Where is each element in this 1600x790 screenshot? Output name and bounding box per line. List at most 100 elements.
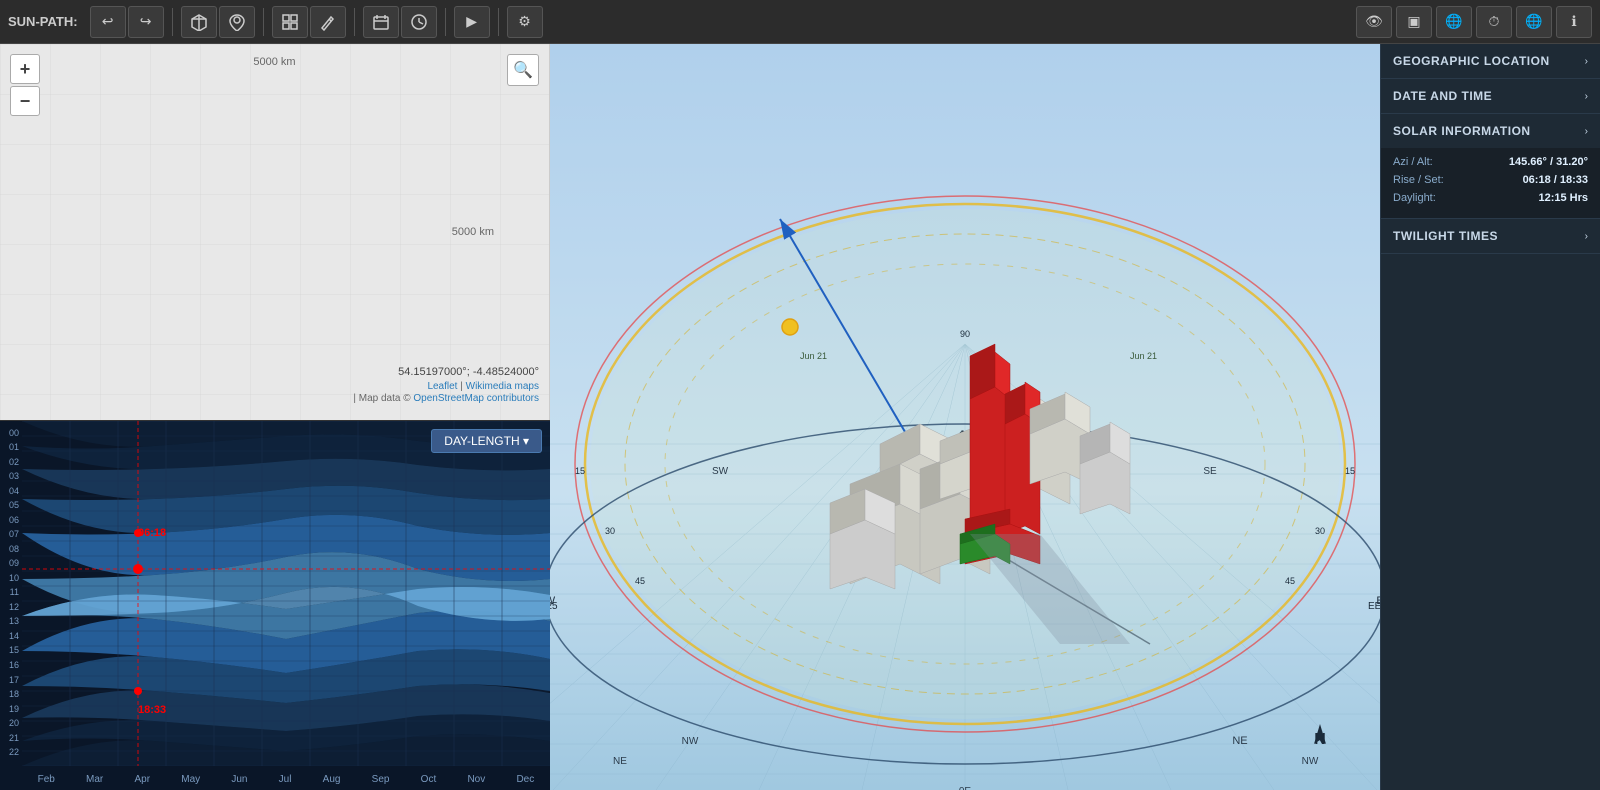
hour-20: 20 — [0, 719, 22, 728]
twilight-arrow: › — [1585, 231, 1588, 242]
tool-group-3 — [363, 6, 437, 38]
play-button[interactable]: ▶ — [454, 6, 490, 38]
daylight-key: Daylight: — [1393, 192, 1436, 204]
edit-button[interactable] — [310, 6, 346, 38]
layout-button[interactable]: ▣ — [1396, 6, 1432, 38]
daylight-val: 12:15 Hrs — [1538, 192, 1588, 204]
eye-button[interactable]: 👁 — [1356, 6, 1392, 38]
hour-15: 15 — [0, 646, 22, 655]
month-sep: Sep — [372, 774, 390, 785]
grid-button[interactable] — [272, 6, 308, 38]
rise-time-label: 06:18 — [138, 527, 166, 539]
solar-info-section: SOLAR INFORMATION › Azi / Alt: 145.66° /… — [1381, 114, 1600, 219]
twilight-header[interactable]: TWILIGHT TIMES › — [1381, 219, 1600, 253]
svg-text:EEE: EEE — [1368, 601, 1380, 612]
svg-text:SE: SE — [1203, 466, 1217, 477]
svg-text:90: 90 — [960, 329, 970, 339]
leaflet-link[interactable]: Leaflet — [427, 381, 457, 392]
azi-alt-row: Azi / Alt: 145.66° / 31.20° — [1393, 156, 1588, 168]
globe2-button[interactable]: 🌐 — [1516, 6, 1552, 38]
osm-link[interactable]: OpenStreetMap contributors — [413, 393, 539, 404]
clock2-button[interactable]: ⏱ — [1476, 6, 1512, 38]
location-button[interactable] — [219, 6, 255, 38]
month-jul: Jul — [279, 774, 292, 785]
calendar-button[interactable] — [363, 6, 399, 38]
3d-view[interactable]: N W E NE SE SW NW 00 25 EEE — [550, 44, 1380, 790]
rise-set-key: Rise / Set: — [1393, 174, 1444, 186]
wikimedia-link[interactable]: Wikimedia maps — [466, 381, 539, 392]
hour-12: 12 — [0, 603, 22, 612]
svg-text:45: 45 — [1285, 576, 1295, 586]
day-length-label: DAY-LENGTH ▾ — [444, 434, 529, 448]
day-length-chart — [22, 421, 550, 766]
undo-redo-group: ↩ ↪ — [90, 6, 164, 38]
hour-19: 19 — [0, 705, 22, 714]
main-area: + − 🔍 5000 km 5000 km 54.15197000°; -4.4… — [0, 44, 1600, 790]
hour-11: 11 — [0, 588, 22, 597]
map-search-button[interactable]: 🔍 — [507, 54, 539, 86]
day-length-button[interactable]: DAY-LENGTH ▾ — [431, 429, 542, 453]
hour-13: 13 — [0, 617, 22, 626]
toolbar: SUN-PATH: ↩ ↪ — [0, 0, 1600, 44]
info-button[interactable]: ℹ — [1556, 6, 1592, 38]
hour-18: 18 — [0, 690, 22, 699]
zoom-out-button[interactable]: − — [10, 86, 40, 116]
tool-group-2 — [272, 6, 346, 38]
svg-text:SW: SW — [712, 466, 729, 477]
separator-5 — [498, 8, 499, 36]
undo-button[interactable]: ↩ — [90, 6, 126, 38]
solar-info-title: SOLAR INFORMATION — [1393, 124, 1531, 138]
hour-10: 10 — [0, 574, 22, 583]
solar-info-arrow: › — [1585, 126, 1588, 137]
map-data-text: | Map data © — [353, 393, 413, 404]
solar-info-content: Azi / Alt: 145.66° / 31.20° Rise / Set: … — [1381, 148, 1600, 218]
solar-info-header[interactable]: SOLAR INFORMATION › — [1381, 114, 1600, 148]
hour-labels: 00 01 02 03 04 05 06 07 08 09 10 11 12 1… — [0, 421, 22, 760]
map-area[interactable]: + − 🔍 5000 km 5000 km 54.15197000°; -4.4… — [0, 44, 550, 420]
chart-area: DAY-LENGTH ▾ 00 01 02 03 04 05 06 07 08 … — [0, 420, 550, 790]
daylight-row: Daylight: 12:15 Hrs — [1393, 192, 1588, 204]
hour-21: 21 — [0, 734, 22, 743]
settings-button[interactable]: ⚙ — [507, 6, 543, 38]
svg-text:Jun 21: Jun 21 — [1130, 351, 1157, 361]
svg-text:45: 45 — [635, 576, 645, 586]
redo-button[interactable]: ↪ — [128, 6, 164, 38]
svg-text:NW: NW — [1302, 756, 1319, 767]
map-attribution: Leaflet | Wikimedia maps — [427, 381, 539, 392]
month-aug: Aug — [323, 774, 341, 785]
month-feb: Feb — [38, 774, 55, 785]
month-may: May — [181, 774, 200, 785]
svg-text:0E: 0E — [959, 786, 972, 790]
hour-14: 14 — [0, 632, 22, 641]
hour-17: 17 — [0, 676, 22, 685]
tool-group-1 — [181, 6, 255, 38]
separator-1 — [172, 8, 173, 36]
month-dec: Dec — [516, 774, 534, 785]
right-sidebar: GEOGRAPHIC LOCATION › DATE AND TIME › SO… — [1380, 44, 1600, 790]
svg-text:30: 30 — [605, 526, 615, 536]
svg-text:15: 15 — [575, 466, 585, 476]
date-time-arrow: › — [1585, 91, 1588, 102]
globe1-button[interactable]: 🌐 — [1436, 6, 1472, 38]
date-time-title: DATE AND TIME — [1393, 89, 1492, 103]
km-label-top: 5000 km — [253, 56, 295, 68]
set-time-label: 18:33 — [138, 704, 166, 716]
twilight-title: TWILIGHT TIMES — [1393, 229, 1498, 243]
hour-05: 05 — [0, 501, 22, 510]
left-panel: + − 🔍 5000 km 5000 km 54.15197000°; -4.4… — [0, 44, 550, 790]
cube-button[interactable] — [181, 6, 217, 38]
geo-location-header[interactable]: GEOGRAPHIC LOCATION › — [1381, 44, 1600, 78]
hour-16: 16 — [0, 661, 22, 670]
svg-text:NE: NE — [613, 756, 627, 767]
hour-08: 08 — [0, 545, 22, 554]
date-time-header[interactable]: DATE AND TIME › — [1381, 79, 1600, 113]
rise-set-row: Rise / Set: 06:18 / 18:33 — [1393, 174, 1588, 186]
svg-text:30: 30 — [1315, 526, 1325, 536]
clock-button[interactable] — [401, 6, 437, 38]
zoom-in-button[interactable]: + — [10, 54, 40, 84]
hour-02: 02 — [0, 458, 22, 467]
month-nov: Nov — [467, 774, 485, 785]
svg-text:NW: NW — [682, 736, 699, 747]
geo-location-section: GEOGRAPHIC LOCATION › — [1381, 44, 1600, 79]
toolbar-label: SUN-PATH: — [8, 14, 78, 29]
